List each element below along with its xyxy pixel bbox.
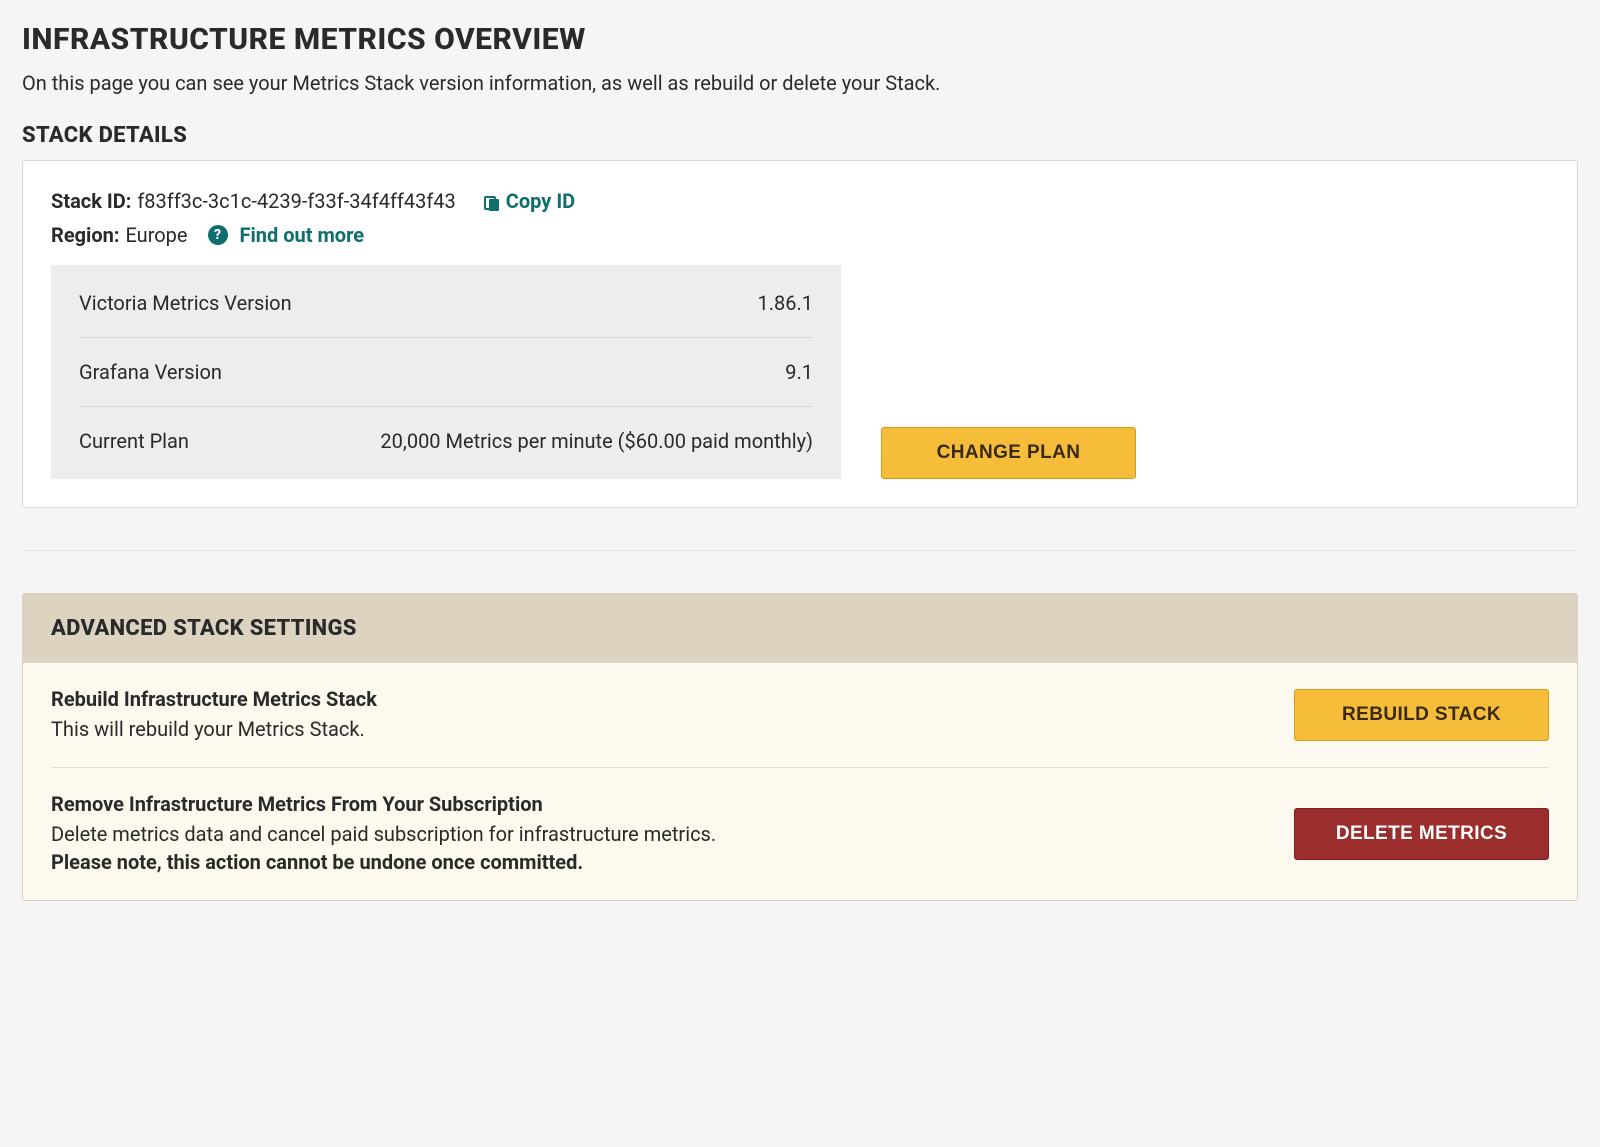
region-row: Region: Europe ? Find out more xyxy=(51,223,1549,247)
region-label: Region: xyxy=(51,223,119,247)
page-title: INFRASTRUCTURE METRICS OVERVIEW xyxy=(22,22,1578,57)
stack-details-card: Stack ID: f83ff3c-3c1c-4239-f33f-34f4ff4… xyxy=(22,160,1578,508)
row-label: Victoria Metrics Version xyxy=(79,291,292,315)
stack-id-value: f83ff3c-3c1c-4239-f33f-34f4ff43f43 xyxy=(137,189,455,213)
delete-metrics-title: Remove Infrastructure Metrics From Your … xyxy=(51,792,716,816)
stack-id-row: Stack ID: f83ff3c-3c1c-4239-f33f-34f4ff4… xyxy=(51,189,1549,213)
rebuild-stack-button[interactable]: REBUILD STACK xyxy=(1294,689,1549,741)
copy-icon xyxy=(484,193,500,209)
delete-metrics-button[interactable]: DELETE METRICS xyxy=(1294,808,1549,860)
row-label: Grafana Version xyxy=(79,360,222,384)
advanced-settings-heading: ADVANCED STACK SETTINGS xyxy=(23,594,1577,663)
rebuild-stack-text: Rebuild Infrastructure Metrics Stack Thi… xyxy=(51,687,377,743)
rebuild-stack-desc: This will rebuild your Metrics Stack. xyxy=(51,715,377,743)
table-row: Victoria Metrics Version 1.86.1 xyxy=(51,269,841,337)
copy-id-link[interactable]: Copy ID xyxy=(484,189,575,213)
table-row: Current Plan 20,000 Metrics per minute (… xyxy=(79,406,813,475)
region-value: Europe xyxy=(125,223,187,247)
stack-id-label: Stack ID: xyxy=(51,189,131,213)
stack-details-heading: STACK DETAILS xyxy=(22,123,1578,148)
delete-metrics-desc-line1: Delete metrics data and cancel paid subs… xyxy=(51,822,716,846)
stack-details-body: Victoria Metrics Version 1.86.1 Grafana … xyxy=(51,265,1549,479)
divider xyxy=(22,550,1578,551)
row-label: Current Plan xyxy=(79,429,189,453)
delete-metrics-item: Remove Infrastructure Metrics From Your … xyxy=(51,767,1549,900)
row-value: 20,000 Metrics per minute ($60.00 paid m… xyxy=(380,429,813,453)
change-plan-button[interactable]: CHANGE PLAN xyxy=(881,427,1136,479)
stack-details-table: Victoria Metrics Version 1.86.1 Grafana … xyxy=(51,265,841,479)
help-icon[interactable]: ? xyxy=(208,225,228,245)
delete-metrics-desc: Delete metrics data and cancel paid subs… xyxy=(51,820,716,876)
rebuild-stack-item: Rebuild Infrastructure Metrics Stack Thi… xyxy=(23,663,1577,767)
advanced-settings-body: Rebuild Infrastructure Metrics Stack Thi… xyxy=(23,663,1577,900)
copy-id-label: Copy ID xyxy=(506,189,575,213)
row-value: 1.86.1 xyxy=(757,291,813,315)
delete-metrics-text: Remove Infrastructure Metrics From Your … xyxy=(51,792,716,876)
page-description: On this page you can see your Metrics St… xyxy=(22,71,1578,95)
delete-metrics-desc-line2: Please note, this action cannot be undon… xyxy=(51,850,583,874)
rebuild-stack-title: Rebuild Infrastructure Metrics Stack xyxy=(51,687,377,711)
advanced-settings-box: ADVANCED STACK SETTINGS Rebuild Infrastr… xyxy=(22,593,1578,901)
row-value: 9.1 xyxy=(785,360,813,384)
find-out-more-link[interactable]: Find out more xyxy=(240,223,365,247)
table-row: Grafana Version 9.1 xyxy=(79,337,813,406)
